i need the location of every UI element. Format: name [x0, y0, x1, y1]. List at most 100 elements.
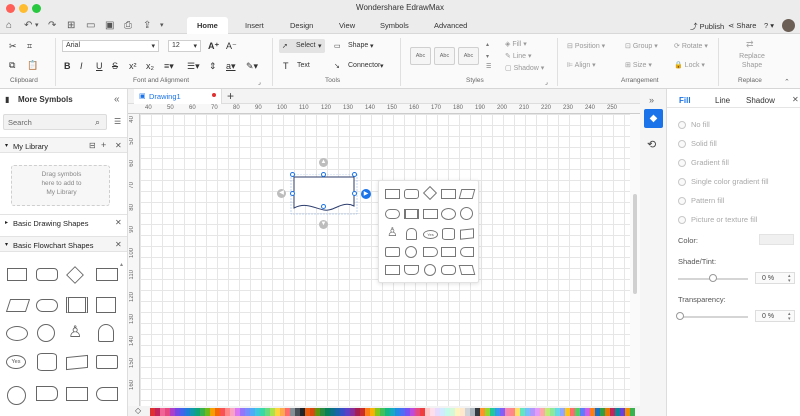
- radio-solid-fill[interactable]: [678, 140, 686, 148]
- shape-document[interactable]: [96, 268, 118, 281]
- superscript-icon[interactable]: x²: [129, 61, 137, 71]
- popup-shape-decision[interactable]: [422, 185, 438, 201]
- subscript-icon[interactable]: x₂: [146, 61, 154, 71]
- popup-shape-database[interactable]: [442, 228, 455, 240]
- shape-circle[interactable]: [7, 386, 26, 405]
- paste-icon[interactable]: 📋: [27, 60, 38, 70]
- my-library-header[interactable]: ▾ My Library ⊟ + ✕: [0, 137, 127, 153]
- tab-insert[interactable]: Insert: [245, 21, 264, 30]
- resize-handle[interactable]: [321, 204, 326, 209]
- popup-shape-offpage[interactable]: [385, 265, 400, 275]
- shape-rounded-rectangle[interactable]: [36, 268, 58, 281]
- radio-gradient-fill[interactable]: [678, 159, 686, 167]
- color-swatch[interactable]: [630, 408, 635, 416]
- more-icon[interactable]: ▾: [160, 20, 164, 31]
- group-button[interactable]: ⊡ Group ▾: [625, 42, 658, 50]
- avatar[interactable]: [782, 19, 795, 32]
- cut-icon[interactable]: ✂: [9, 41, 17, 51]
- tab-design[interactable]: Design: [290, 21, 313, 30]
- resize-handle[interactable]: [290, 172, 295, 177]
- popup-shape-predefined[interactable]: [404, 209, 419, 219]
- shape-process[interactable]: [7, 268, 27, 281]
- shape-yes-bubble[interactable]: Yes: [6, 355, 26, 369]
- popup-shape-process[interactable]: [385, 189, 400, 199]
- decrease-font-icon[interactable]: A⁻: [226, 41, 237, 51]
- radio-single-color-gradient[interactable]: [678, 178, 686, 186]
- popup-shape-tape[interactable]: [441, 247, 456, 257]
- shape-connector[interactable]: [37, 324, 55, 342]
- fill-color-icon[interactable]: ◇: [135, 406, 141, 415]
- collapse-ribbon-icon[interactable]: ⌃: [784, 78, 790, 88]
- shape-tool-button[interactable]: ▭ Shape ▾: [331, 39, 377, 53]
- tab-view[interactable]: View: [339, 21, 355, 30]
- copy-icon[interactable]: ⧉: [9, 60, 15, 70]
- select-tool-button[interactable]: ➚ Select ▾: [279, 39, 325, 53]
- export-icon[interactable]: ⇪: [143, 20, 151, 31]
- tab-line[interactable]: Line: [715, 96, 730, 105]
- text-direction-icon[interactable]: ⇕: [209, 61, 217, 71]
- popup-shape-delay[interactable]: [423, 247, 438, 257]
- popup-shape-circle[interactable]: [460, 207, 473, 220]
- style-preset-1[interactable]: Abc: [410, 47, 431, 65]
- popup-shape-manual[interactable]: [406, 228, 417, 240]
- popup-shape-loop[interactable]: [404, 265, 419, 275]
- increase-font-icon[interactable]: A⁺: [208, 41, 219, 51]
- import-icon[interactable]: ⊟: [89, 141, 96, 150]
- collapse-panel-icon[interactable]: «: [114, 94, 120, 105]
- publish-button[interactable]: ⤴ Publish: [690, 21, 724, 32]
- line-button[interactable]: ✎ Line ▾: [505, 52, 532, 60]
- vertical-scrollbar[interactable]: [630, 114, 640, 406]
- help-button[interactable]: ? ▾: [764, 21, 774, 30]
- filter-icon[interactable]: ☰: [114, 117, 121, 126]
- popup-shape-trapezoid[interactable]: [458, 265, 476, 275]
- more-styles-icon[interactable]: ☰: [486, 62, 491, 72]
- align-icon[interactable]: ≡▾: [164, 61, 174, 71]
- paint-bucket-icon[interactable]: ◆: [644, 109, 663, 128]
- undo-icon[interactable]: ↶: [24, 20, 32, 31]
- scroll-up-icon[interactable]: ▴: [486, 40, 489, 50]
- shape-paper-tape[interactable]: [66, 387, 88, 401]
- home-icon[interactable]: ⌂: [6, 20, 12, 31]
- shape-data[interactable]: [5, 299, 31, 312]
- shape-decision[interactable]: [66, 266, 84, 284]
- shape-database[interactable]: [37, 353, 57, 371]
- popup-shape-ellipse[interactable]: [441, 208, 456, 220]
- close-icon[interactable]: ✕: [792, 95, 799, 104]
- scroll-up-icon[interactable]: ▴: [120, 261, 123, 268]
- expand-icon[interactable]: ⌟: [545, 78, 548, 88]
- radio-no-fill[interactable]: [678, 121, 686, 129]
- shape-delay[interactable]: [36, 386, 58, 401]
- shape-manual-input[interactable]: [66, 354, 88, 371]
- style-preset-3[interactable]: Abc: [458, 47, 479, 65]
- popup-shape-display[interactable]: [460, 247, 474, 257]
- shape-card[interactable]: [96, 355, 118, 369]
- scroll-down-icon[interactable]: ▾: [486, 52, 489, 62]
- arrow-up-icon[interactable]: ▲: [319, 158, 328, 167]
- search-icon[interactable]: ⌕: [95, 117, 100, 128]
- shape-internal-storage[interactable]: [96, 297, 116, 313]
- connector-tool-button[interactable]: ↘ Connector ▾: [331, 59, 387, 73]
- transparency-input[interactable]: 0 % ▴ ▾: [755, 310, 795, 322]
- popup-shape-alt[interactable]: [441, 265, 456, 275]
- format-painter-icon[interactable]: ⌗: [27, 41, 32, 51]
- size-button[interactable]: ⊞ Size ▾: [625, 61, 652, 69]
- bold-icon[interactable]: B: [64, 61, 71, 71]
- share-button[interactable]: ⋖ Share: [728, 21, 756, 30]
- open-folder-icon[interactable]: ▭: [86, 20, 95, 31]
- search-input[interactable]: Search ⌕: [3, 114, 107, 130]
- add-tab-icon[interactable]: +: [227, 89, 234, 103]
- close-icon[interactable]: ✕: [115, 141, 122, 150]
- popup-shape-card[interactable]: [385, 247, 400, 257]
- shape-display[interactable]: [96, 387, 118, 401]
- highlight-icon[interactable]: ✎▾: [246, 61, 258, 71]
- tab-symbols[interactable]: Symbols: [380, 21, 409, 30]
- tab-shadow[interactable]: Shadow: [746, 96, 775, 105]
- tab-home[interactable]: Home: [187, 17, 228, 34]
- print-icon[interactable]: ⎙: [124, 20, 132, 31]
- close-icon[interactable]: ✕: [115, 218, 122, 227]
- popup-shape-manual-input[interactable]: [460, 228, 474, 240]
- popup-shape-storage[interactable]: [423, 209, 438, 219]
- tab-fill[interactable]: Fill: [679, 96, 691, 105]
- history-icon[interactable]: ⟲: [647, 138, 656, 151]
- lock-button[interactable]: 🔒 Lock ▾: [674, 61, 705, 69]
